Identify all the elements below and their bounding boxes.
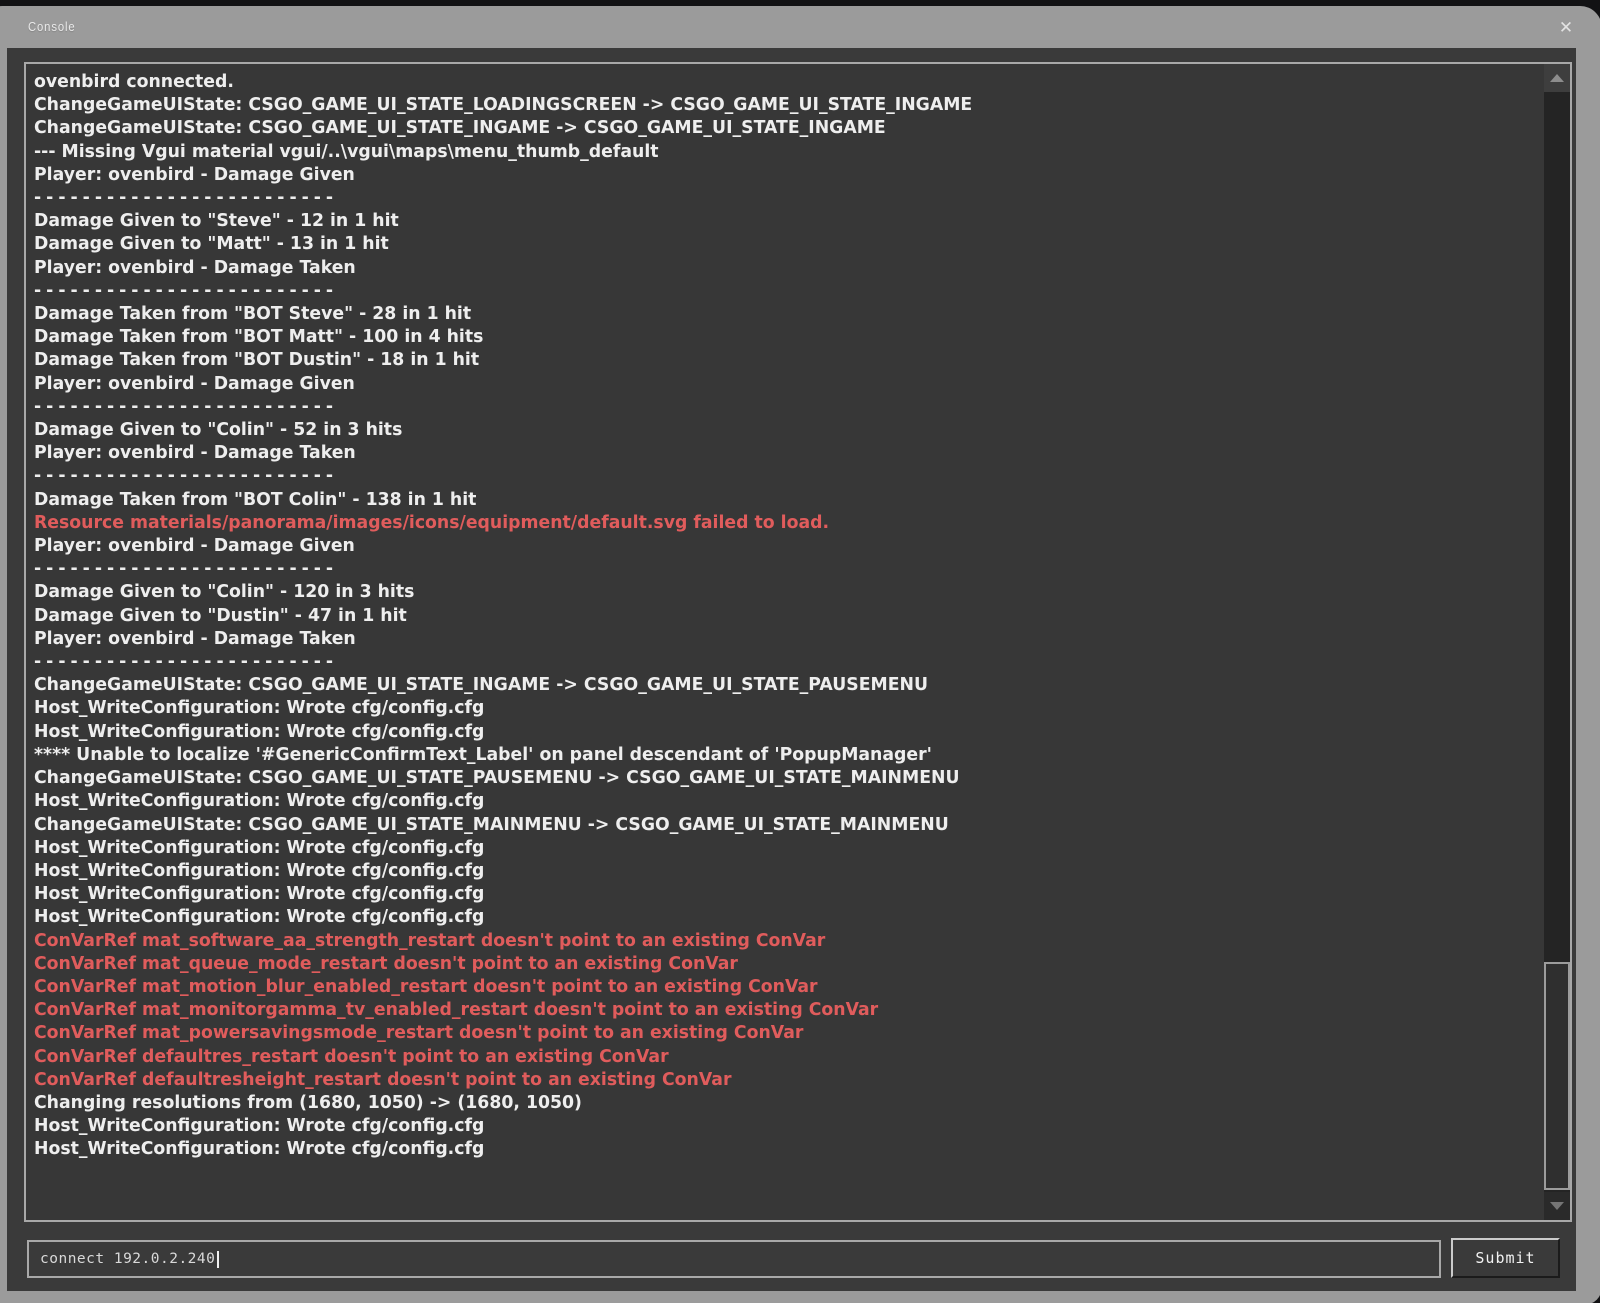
console-line: ConVarRef defaultres_restart doesn't poi… <box>34 1045 1482 1068</box>
console-line: Damage Taken from "BOT Steve" - 28 in 1 … <box>34 302 1482 325</box>
console-line: Player: ovenbird - Damage Given <box>34 534 1482 557</box>
screen: Console ✕ ovenbird connected.ChangeGameU… <box>0 0 1600 1303</box>
console-line: ConVarRef mat_queue_mode_restart doesn't… <box>34 952 1482 975</box>
console-line: Damage Given to "Steve" - 12 in 1 hit <box>34 209 1482 232</box>
console-line: Host_WriteConfiguration: Wrote cfg/confi… <box>34 859 1482 882</box>
console-line: ChangeGameUIState: CSGO_GAME_UI_STATE_MA… <box>34 813 1482 836</box>
console-line: Player: ovenbird - Damage Taken <box>34 627 1482 650</box>
console-line: ------------------------- <box>34 279 1482 302</box>
console-line: Player: ovenbird - Damage Taken <box>34 256 1482 279</box>
console-log[interactable]: ovenbird connected.ChangeGameUIState: CS… <box>26 64 1542 1220</box>
console-line: Host_WriteConfiguration: Wrote cfg/confi… <box>34 905 1482 928</box>
console-line: ChangeGameUIState: CSGO_GAME_UI_STATE_IN… <box>34 116 1482 139</box>
scrollbar-thumb[interactable] <box>1544 962 1570 1190</box>
console-line: Host_WriteConfiguration: Wrote cfg/confi… <box>34 720 1482 743</box>
submit-button-label: Submit <box>1475 1249 1535 1267</box>
command-input-value: connect 192.0.2.240 <box>40 1251 215 1267</box>
console-window: Console ✕ ovenbird connected.ChangeGameU… <box>0 6 1600 1303</box>
console-line: **** Unable to localize '#GenericConfirm… <box>34 743 1482 766</box>
console-line: ovenbird connected. <box>34 70 1482 93</box>
console-line: Damage Given to "Colin" - 120 in 3 hits <box>34 580 1482 603</box>
scroll-up-button[interactable] <box>1544 64 1570 92</box>
titlebar[interactable]: Console ✕ <box>28 6 1578 48</box>
console-line: ChangeGameUIState: CSGO_GAME_UI_STATE_LO… <box>34 93 1482 116</box>
scroll-down-button[interactable] <box>1544 1192 1570 1220</box>
console-line: Changing resolutions from (1680, 1050) -… <box>34 1091 1482 1114</box>
submit-button[interactable]: Submit <box>1451 1238 1560 1278</box>
window-title: Console <box>28 20 76 34</box>
console-line: Damage Given to "Matt" - 13 in 1 hit <box>34 232 1482 255</box>
console-line: Player: ovenbird - Damage Given <box>34 163 1482 186</box>
console-line: Resource materials/panorama/images/icons… <box>34 511 1482 534</box>
console-line: Host_WriteConfiguration: Wrote cfg/confi… <box>34 1114 1482 1137</box>
console-line: Damage Taken from "BOT Dustin" - 18 in 1… <box>34 348 1482 371</box>
console-line: ------------------------- <box>34 557 1482 580</box>
console-line: Damage Taken from "BOT Colin" - 138 in 1… <box>34 488 1482 511</box>
console-line: Damage Given to "Dustin" - 47 in 1 hit <box>34 604 1482 627</box>
console-line: ConVarRef mat_software_aa_strength_resta… <box>34 929 1482 952</box>
console-line: Player: ovenbird - Damage Given <box>34 372 1482 395</box>
console-line: Host_WriteConfiguration: Wrote cfg/confi… <box>34 836 1482 859</box>
console-line: ConVarRef mat_motion_blur_enabled_restar… <box>34 975 1482 998</box>
console-line: ------------------------- <box>34 186 1482 209</box>
console-line: ChangeGameUIState: CSGO_GAME_UI_STATE_PA… <box>34 766 1482 789</box>
console-line: ConVarRef mat_powersavingsmode_restart d… <box>34 1021 1482 1044</box>
console-line: ------------------------- <box>34 395 1482 418</box>
up-triangle-icon <box>1550 74 1564 82</box>
console-line: Host_WriteConfiguration: Wrote cfg/confi… <box>34 1137 1482 1160</box>
console-line: Damage Taken from "BOT Matt" - 100 in 4 … <box>34 325 1482 348</box>
down-triangle-icon <box>1550 1202 1564 1210</box>
console-line: Host_WriteConfiguration: Wrote cfg/confi… <box>34 882 1482 905</box>
window-body: ovenbird connected.ChangeGameUIState: CS… <box>7 48 1576 1291</box>
console-output: ovenbird connected.ChangeGameUIState: CS… <box>24 62 1572 1222</box>
console-line: ConVarRef mat_monitorgamma_tv_enabled_re… <box>34 998 1482 1021</box>
console-line: --- Missing Vgui material vgui/..\vgui\m… <box>34 140 1482 163</box>
console-line: ------------------------- <box>34 650 1482 673</box>
console-line: Host_WriteConfiguration: Wrote cfg/confi… <box>34 696 1482 719</box>
scrollbar[interactable] <box>1544 64 1570 1220</box>
console-line: Player: ovenbird - Damage Taken <box>34 441 1482 464</box>
console-line: ConVarRef defaultresheight_restart doesn… <box>34 1068 1482 1091</box>
text-cursor <box>217 1251 219 1268</box>
close-icon[interactable]: ✕ <box>1554 15 1578 39</box>
console-line: Host_WriteConfiguration: Wrote cfg/confi… <box>34 789 1482 812</box>
console-line: ChangeGameUIState: CSGO_GAME_UI_STATE_IN… <box>34 673 1482 696</box>
console-line: Damage Given to "Colin" - 52 in 3 hits <box>34 418 1482 441</box>
console-line: ------------------------- <box>34 464 1482 487</box>
command-input[interactable]: connect 192.0.2.240 <box>27 1240 1441 1278</box>
